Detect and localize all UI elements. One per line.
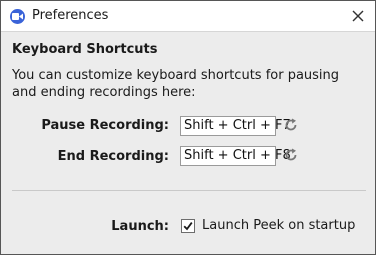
window-title: Preferences bbox=[32, 8, 109, 23]
pause-recording-label: Pause Recording: bbox=[41, 118, 169, 133]
title-bar: Preferences bbox=[1, 1, 375, 32]
launch-on-startup-label[interactable]: Launch Peek on startup bbox=[202, 218, 355, 233]
reset-icon bbox=[285, 118, 297, 131]
end-recording-label: End Recording: bbox=[57, 149, 169, 164]
close-button[interactable] bbox=[346, 4, 370, 28]
launch-on-startup-checkbox[interactable] bbox=[181, 219, 195, 233]
section-divider bbox=[12, 190, 366, 191]
pause-recording-shortcut-field[interactable]: Shift + Ctrl + F7 bbox=[180, 116, 291, 136]
video-camera-icon bbox=[10, 9, 25, 24]
close-icon bbox=[352, 10, 364, 22]
keyboard-shortcuts-heading: Keyboard Shortcuts bbox=[12, 42, 158, 57]
preferences-window: Preferences Keyboard Shortcuts You can c… bbox=[0, 0, 376, 255]
reset-icon bbox=[285, 148, 297, 161]
launch-label: Launch: bbox=[111, 219, 169, 234]
checkmark-icon bbox=[183, 222, 193, 231]
shortcuts-description: You can customize keyboard shortcuts for… bbox=[12, 68, 340, 100]
end-recording-shortcut-field[interactable]: Shift + Ctrl + F8 bbox=[180, 146, 291, 166]
pause-recording-reset-button[interactable] bbox=[283, 117, 299, 133]
end-recording-reset-button[interactable] bbox=[283, 147, 299, 163]
